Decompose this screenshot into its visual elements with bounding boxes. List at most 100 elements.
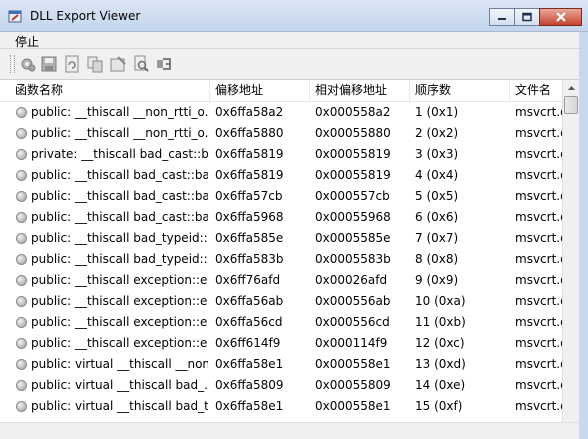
maximize-button[interactable] [514,8,540,26]
address-cell: 0x6ffa5819 [215,147,284,161]
filename-cell: msvcrt.d [515,231,562,245]
filename-cell: msvcrt.d [515,168,562,182]
function-name-cell: public: virtual __thiscall __non... [31,357,208,371]
minimize-button[interactable] [489,8,515,26]
copy-icon[interactable] [86,55,104,73]
filename-cell: msvcrt.d [515,378,562,392]
relative-address-cell: 0x000114f9 [315,336,388,350]
menu-bar: 停止 [0,32,588,49]
app-icon [8,10,22,23]
function-name-cell: public: __thiscall __non_rtti_o... [31,126,208,140]
filename-cell: msvcrt.d [515,126,562,140]
address-cell: 0x6ffa57cb [215,189,283,203]
bullet-icon [16,359,27,370]
window-controls [489,8,582,27]
ordinal-cell: 12 (0xc) [415,336,465,350]
function-name-cell: public: __thiscall exception::e... [31,294,208,308]
properties-icon[interactable] [109,55,127,73]
address-cell: 0x6ffa58e1 [215,399,284,413]
table-row[interactable]: public: __thiscall exception::e... 0x6ffa… [0,291,562,312]
ordinal-cell: 11 (0xb) [415,315,466,329]
table-row[interactable]: public: __thiscall exception::e... 0x6ff6… [0,333,562,354]
column-header-ordinal[interactable]: 顺序数 [410,80,510,101]
relative-address-cell: 0x000556ab [315,294,391,308]
ordinal-cell: 14 (0xe) [415,378,466,392]
relative-address-cell: 0x0005585e [315,231,391,245]
table-row[interactable]: public: __thiscall __non_rtti_o... 0x6ffa… [0,123,562,144]
window-frame-right [579,32,588,439]
function-name-cell: public: __thiscall bad_typeid::... [31,252,208,266]
close-button[interactable] [539,8,582,26]
save-icon[interactable] [40,55,58,73]
table-row[interactable]: public: __thiscall bad_typeid::... 0x6ffa… [0,249,562,270]
filename-cell: msvcrt.d [515,399,562,413]
bullet-icon [16,212,27,223]
bullet-icon [16,254,27,265]
scroll-up-icon[interactable] [564,80,579,96]
table-row[interactable]: public: __thiscall bad_cast::ba... 0x6ffa… [0,165,562,186]
bullet-icon [16,275,27,286]
address-cell: 0x6ffa58e1 [215,357,284,371]
horizontal-scrollbar[interactable] [0,422,579,439]
column-header-relative-address[interactable]: 相对偏移地址 [310,80,410,101]
bullet-icon [16,107,27,118]
toolbar [0,49,588,80]
relative-address-cell: 0x000557cb [315,189,390,203]
address-cell: 0x6ffa585e [215,231,284,245]
relative-address-cell: 0x000558e1 [315,357,391,371]
search-icon[interactable] [132,55,150,73]
function-name-cell: public: virtual __thiscall bad_t... [31,399,208,413]
ordinal-cell: 15 (0xf) [415,399,463,413]
export-icon[interactable] [155,55,173,73]
table-row[interactable]: public: __thiscall exception::e... 0x6ff7… [0,270,562,291]
gear-icon[interactable] [19,55,37,73]
filename-cell: msvcrt.d [515,189,562,203]
address-cell: 0x6ffa5819 [215,168,284,182]
filename-cell: msvcrt.d [515,252,562,266]
function-name-cell: public: virtual __thiscall bad_... [31,378,208,392]
bullet-icon [16,233,27,244]
table-row[interactable]: public: __thiscall bad_cast::ba... 0x6ffa… [0,207,562,228]
relative-address-cell: 0x000558e1 [315,399,391,413]
filename-cell: msvcrt.d [515,357,562,371]
scroll-thumb[interactable] [564,96,578,114]
table-row[interactable]: public: __thiscall bad_cast::ba... 0x6ffa… [0,186,562,207]
table-row[interactable]: public: __thiscall __non_rtti_o... 0x6ffa… [0,102,562,123]
relative-address-cell: 0x00055880 [315,126,391,140]
ordinal-cell: 9 (0x9) [415,273,459,287]
table-row[interactable]: private: __thiscall bad_cast::b... 0x6ffa… [0,144,562,165]
address-cell: 0x6ffa5809 [215,378,284,392]
bullet-icon [16,380,27,391]
relative-address-cell: 0x000558a2 [315,105,391,119]
filename-cell: msvcrt.d [515,210,562,224]
address-cell: 0x6ffa56cd [215,315,283,329]
table-row[interactable]: public: virtual __thiscall __non... 0x6ff… [0,354,562,375]
function-name-cell: public: __thiscall bad_cast::ba... [31,168,208,182]
export-list: public: __thiscall __non_rtti_o... 0x6ffa… [0,102,562,422]
table-row[interactable]: public: __thiscall bad_typeid::... 0x6ffa… [0,228,562,249]
window-title: DLL Export Viewer [30,9,141,23]
vertical-scrollbar[interactable] [562,80,579,422]
address-cell: 0x6ff76afd [215,273,281,287]
bullet-icon [16,338,27,349]
relative-address-cell: 0x00055968 [315,210,391,224]
column-header-address[interactable]: 偏移地址 [210,80,310,101]
function-name-cell: public: __thiscall exception::e... [31,336,208,350]
relative-address-cell: 0x000556cd [315,315,390,329]
toolbar-grip[interactable] [10,55,15,73]
bullet-icon [16,296,27,307]
function-name-cell: public: __thiscall bad_typeid::... [31,231,208,245]
table-row[interactable]: public: __thiscall exception::e... 0x6ffa… [0,312,562,333]
table-row[interactable]: public: virtual __thiscall bad_... 0x6ffa… [0,375,562,396]
ordinal-cell: 8 (0x8) [415,252,459,266]
function-name-cell: public: __thiscall exception::e... [31,273,208,287]
table-row[interactable]: public: virtual __thiscall bad_t... 0x6ff… [0,396,562,417]
column-header-function-name[interactable]: 函数名称 [10,80,210,101]
bullet-icon [16,149,27,160]
relative-address-cell: 0x00055809 [315,378,391,392]
column-header-filename[interactable]: 文件名 [510,80,562,101]
menu-item-stop[interactable]: 停止 [15,33,39,50]
title-bar[interactable]: DLL Export Viewer [0,0,588,32]
relative-address-cell: 0x00026afd [315,273,388,287]
refresh-icon[interactable] [63,55,81,73]
